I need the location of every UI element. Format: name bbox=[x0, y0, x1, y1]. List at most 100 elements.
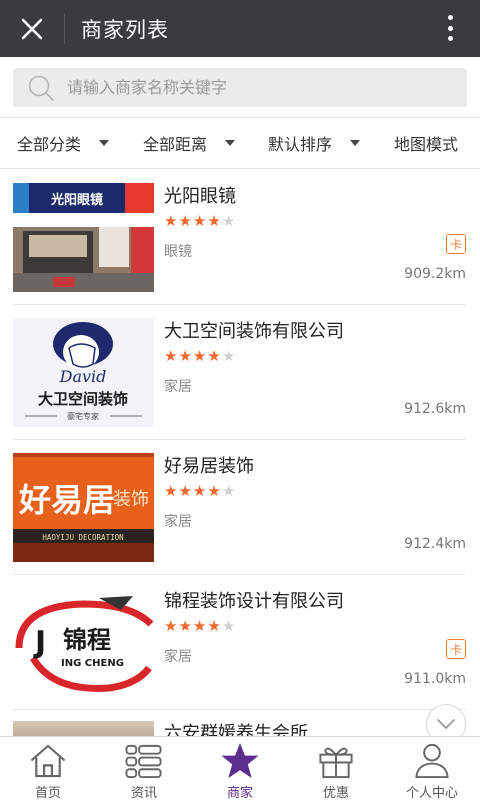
search-box[interactable] bbox=[13, 68, 467, 107]
star-empty-icon: ★ bbox=[221, 617, 236, 635]
search-area bbox=[0, 57, 480, 117]
thumb-script-text: David bbox=[59, 367, 107, 386]
header-divider bbox=[64, 13, 65, 44]
star-empty-icon: ★ bbox=[221, 482, 236, 500]
more-menu-button[interactable] bbox=[442, 12, 458, 44]
merchant-thumbnail bbox=[13, 721, 154, 736]
merchant-thumbnail: David 大卫空间装饰 豪宅专家 bbox=[13, 318, 154, 427]
filter-label: 默认排序 bbox=[268, 135, 333, 154]
filter-category[interactable]: 全部分类 bbox=[17, 118, 110, 168]
rating-stars: ★ ★ ★ ★ ★ bbox=[164, 618, 236, 634]
page-title: 商家列表 bbox=[81, 17, 169, 42]
thumb-sign-text-2: 装饰 bbox=[113, 489, 149, 510]
filter-sort[interactable]: 默认排序 bbox=[268, 118, 361, 168]
filter-bar: 全部分类 全部距离 默认排序 地图模式 bbox=[0, 117, 480, 169]
thumb-sub-text: 豪宅专家 bbox=[67, 411, 99, 421]
star-filled-icon: ★ bbox=[207, 617, 221, 635]
merchant-item[interactable]: David 大卫空间装饰 豪宅专家 大卫空间装饰有限公司 ★ ★ ★ ★ ★ 家… bbox=[0, 305, 480, 440]
card-badge: 卡 bbox=[446, 639, 466, 659]
star-filled-icon: ★ bbox=[178, 617, 192, 635]
merchant-distance: 911.0km bbox=[404, 671, 466, 687]
merchant-category: 眼镜 bbox=[164, 244, 192, 260]
star-empty-icon: ★ bbox=[221, 347, 236, 365]
merchant-name: 光阳眼镜 bbox=[164, 186, 236, 207]
star-empty-icon: ★ bbox=[221, 212, 236, 230]
merchant-item[interactable]: 光阳眼镜 光阳眼镜 ★ ★ ★ ★ ★ 眼镜 卡 909.2km bbox=[0, 170, 480, 305]
star-filled-icon: ★ bbox=[192, 617, 207, 635]
rating-stars: ★ ★ ★ ★ ★ bbox=[164, 213, 236, 229]
merchant-name: 锦程装饰设计有限公司 bbox=[164, 591, 344, 612]
star-filled-icon: ★ bbox=[164, 347, 178, 365]
tab-news[interactable]: 资讯 bbox=[96, 737, 192, 800]
filter-label: 地图模式 bbox=[394, 135, 459, 154]
merchant-name: 六安群媛养生会所 bbox=[164, 723, 308, 736]
top-bar: 商家列表 bbox=[0, 0, 480, 57]
tab-label: 商家 bbox=[226, 786, 253, 800]
thumb-sign-text: 大卫空间装饰 bbox=[38, 390, 128, 408]
caret-down-icon bbox=[99, 140, 110, 146]
star-filled-icon: ★ bbox=[164, 482, 178, 500]
more-dot-icon bbox=[447, 25, 453, 31]
star-filled-icon: ★ bbox=[207, 482, 221, 500]
thumb-sign-text: 好易居 bbox=[18, 481, 115, 519]
star-filled-icon: ★ bbox=[192, 347, 207, 365]
merchant-thumbnail: 光阳眼镜 bbox=[13, 183, 154, 292]
search-icon bbox=[28, 75, 54, 101]
chevron-down-icon bbox=[437, 719, 455, 729]
tab-offers[interactable]: 优惠 bbox=[288, 737, 384, 800]
more-dot-icon bbox=[447, 15, 453, 20]
tab-label: 个人中心 bbox=[405, 786, 458, 800]
filter-label: 全部分类 bbox=[17, 135, 82, 154]
thumb-sign-text: 光阳眼镜 bbox=[50, 192, 103, 208]
tab-home[interactable]: 首页 bbox=[0, 737, 96, 800]
merchant-thumbnail: 好易居 装饰 HAOYIJU DECORATION bbox=[13, 453, 154, 562]
filter-label: 全部距离 bbox=[143, 135, 208, 154]
tab-merchants[interactable]: 商家 bbox=[192, 737, 288, 800]
star-filled-icon: ★ bbox=[164, 212, 178, 230]
home-icon bbox=[30, 744, 66, 778]
star-filled-icon: ★ bbox=[207, 347, 221, 365]
merchant-item[interactable]: 好易居 装饰 HAOYIJU DECORATION 好易居装饰 ★ ★ ★ ★ … bbox=[0, 440, 480, 575]
merchant-name: 大卫空间装饰有限公司 bbox=[164, 321, 344, 342]
rating-stars: ★ ★ ★ ★ ★ bbox=[164, 483, 236, 499]
merchant-category: 家居 bbox=[164, 649, 192, 665]
card-badge: 卡 bbox=[446, 234, 466, 254]
caret-down-icon bbox=[225, 140, 236, 146]
star-filled-icon: ★ bbox=[192, 482, 207, 500]
gift-icon bbox=[319, 747, 353, 779]
star-filled-icon: ★ bbox=[178, 347, 192, 365]
tab-label: 资讯 bbox=[130, 786, 157, 800]
star-filled-icon: ★ bbox=[207, 212, 221, 230]
star-filled-icon: ★ bbox=[178, 482, 192, 500]
search-input[interactable] bbox=[67, 78, 427, 97]
map-mode-button[interactable]: 地图模式 bbox=[394, 118, 458, 168]
close-button[interactable] bbox=[0, 0, 64, 57]
merchant-item[interactable]: J 锦程 ING CHENG 锦程装饰设计有限公司 ★ ★ ★ ★ ★ 家居 卡… bbox=[0, 575, 480, 710]
thumb-sign-text: 锦程 bbox=[63, 626, 111, 654]
person-icon bbox=[415, 743, 449, 779]
news-icon bbox=[125, 744, 162, 779]
star-icon bbox=[221, 742, 259, 779]
merchant-distance: 912.6km bbox=[404, 401, 466, 417]
tab-label: 首页 bbox=[34, 786, 61, 800]
rating-stars: ★ ★ ★ ★ ★ bbox=[164, 348, 236, 364]
tab-label: 优惠 bbox=[322, 786, 349, 800]
merchant-distance: 912.4km bbox=[404, 536, 466, 552]
bottom-tab-bar: 首页 资讯 商家 优惠 个人中心 bbox=[0, 736, 480, 800]
merchant-category: 家居 bbox=[164, 514, 192, 530]
thumb-sub-text: HAOYIJU DECORATION bbox=[42, 533, 123, 542]
star-filled-icon: ★ bbox=[178, 212, 192, 230]
merchant-category: 家居 bbox=[164, 379, 192, 395]
filter-distance[interactable]: 全部距离 bbox=[143, 118, 236, 168]
merchant-item[interactable]: 六安群媛养生会所 bbox=[0, 710, 480, 736]
star-filled-icon: ★ bbox=[164, 617, 178, 635]
close-icon bbox=[21, 18, 43, 39]
thumb-letter-text: J bbox=[33, 625, 46, 660]
more-dot-icon bbox=[447, 36, 453, 41]
star-filled-icon: ★ bbox=[192, 212, 207, 230]
tab-profile[interactable]: 个人中心 bbox=[384, 737, 480, 800]
merchant-distance: 909.2km bbox=[404, 266, 466, 282]
merchant-name: 好易居装饰 bbox=[164, 456, 254, 477]
caret-down-icon bbox=[350, 140, 361, 146]
merchant-thumbnail: J 锦程 ING CHENG bbox=[13, 588, 154, 697]
